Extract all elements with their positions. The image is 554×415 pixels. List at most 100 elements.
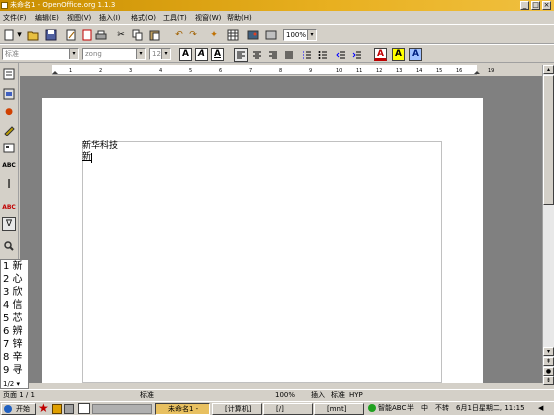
formatting-marks-icon[interactable]: ∇ — [2, 217, 16, 231]
align-left-icon[interactable] — [234, 48, 248, 62]
ime-candidate[interactable]: 5 芯 — [3, 313, 23, 325]
insert-icon[interactable] — [2, 67, 16, 81]
scroll-down-button[interactable]: ▾ — [543, 347, 554, 356]
export-pdf-icon[interactable] — [80, 28, 94, 42]
status-hyperlink-mode[interactable]: HYP — [349, 390, 363, 401]
gallery-icon[interactable] — [264, 28, 278, 42]
ime-name[interactable]: 智能ABC — [378, 402, 406, 415]
quicklaunch-icon[interactable] — [64, 404, 74, 414]
font-size-combo[interactable]: 12 ▾ — [149, 48, 171, 60]
spellcheck-icon[interactable]: ABC — [2, 159, 16, 173]
increase-indent-icon[interactable] — [350, 48, 364, 62]
ime-candidate[interactable]: 7 锌 — [3, 339, 23, 351]
align-center-icon[interactable] — [250, 48, 264, 62]
star-icon[interactable]: ★ — [38, 402, 49, 415]
task-button[interactable]: [计算机] — [212, 403, 262, 415]
zoom-value: 100% — [286, 31, 307, 39]
next-page-button[interactable]: ⇟ — [543, 376, 554, 385]
text-cursor — [91, 152, 93, 163]
new-document-icon[interactable] — [2, 28, 16, 42]
ime-candidate[interactable]: 1 新 — [3, 261, 23, 273]
task-button[interactable]: [/] — [263, 403, 313, 415]
copy-icon[interactable] — [131, 28, 145, 42]
navigator-icon[interactable]: ✦ — [207, 28, 221, 42]
ime-chinese-mode[interactable]: 中 — [421, 402, 428, 415]
find-icon[interactable] — [2, 239, 16, 253]
undo-icon[interactable]: ↶ — [172, 28, 186, 42]
status-selection-mode[interactable]: 标准 — [331, 390, 345, 401]
edit-file-icon[interactable] — [64, 28, 78, 42]
table-icon[interactable] — [226, 28, 240, 42]
ime-lock[interactable]: 不转 — [435, 402, 449, 415]
font-name-combo[interactable]: zong ▾ — [82, 48, 146, 60]
zoom-combo[interactable]: 100% ▾ — [283, 29, 317, 41]
terminal-icon[interactable] — [78, 403, 90, 414]
chevron-down-icon[interactable]: ▾ — [17, 380, 21, 388]
svg-text:19: 19 — [488, 68, 494, 74]
ime-candidate[interactable]: 3 欣 — [3, 287, 23, 299]
redo-icon[interactable]: ↷ — [186, 28, 200, 42]
underline-icon[interactable]: A — [211, 48, 224, 61]
new-dropdown-icon[interactable]: ▾ — [17, 28, 22, 42]
autospellcheck-icon[interactable]: ABC — [2, 201, 16, 215]
scroll-thumb[interactable] — [543, 75, 554, 205]
image-icon[interactable] — [246, 28, 260, 42]
align-right-icon[interactable] — [266, 48, 280, 62]
menu-tools[interactable]: 工具(T) — [163, 13, 187, 23]
volume-icon[interactable]: ◀ — [538, 402, 543, 415]
maximize-button[interactable]: □ — [531, 1, 540, 10]
open-folder-icon[interactable] — [26, 28, 40, 42]
numbering-icon[interactable] — [300, 48, 314, 62]
minimize-button[interactable]: _ — [520, 1, 529, 10]
highlighting-icon[interactable]: A — [392, 48, 405, 61]
cut-icon[interactable]: ✂ — [114, 28, 128, 42]
desktop-pager[interactable] — [92, 404, 152, 414]
menu-insert[interactable]: 插入(I) — [99, 13, 121, 23]
font-color-icon[interactable]: A — [374, 48, 387, 61]
task-button[interactable]: [mnt] — [314, 403, 364, 415]
close-button[interactable]: × — [542, 1, 551, 10]
scroll-up-button[interactable]: ▴ — [543, 65, 554, 74]
document-text[interactable]: 新华科技 新 — [82, 141, 118, 163]
paste-icon[interactable] — [148, 28, 162, 42]
svg-text:6: 6 — [219, 68, 222, 74]
form-functions-icon[interactable] — [2, 141, 16, 155]
status-zoom[interactable]: 100% — [275, 390, 295, 401]
decrease-indent-icon[interactable] — [334, 48, 348, 62]
app-icon[interactable] — [1, 2, 8, 9]
insert-object-icon[interactable]: ● — [2, 105, 16, 119]
text-cursor-icon[interactable]: I — [2, 177, 16, 191]
bold-icon[interactable]: A — [179, 48, 192, 61]
menu-file[interactable]: 文件(F) — [3, 13, 27, 23]
quicklaunch-icon[interactable] — [52, 404, 62, 414]
menu-help[interactable]: 帮助(H) — [227, 13, 252, 23]
show-draw-functions-icon[interactable] — [2, 123, 16, 137]
navigation-button[interactable]: ● — [543, 367, 554, 376]
menu-format[interactable]: 格式(O) — [131, 13, 156, 23]
paragraph-style-combo[interactable]: 标准 ▾ — [2, 48, 79, 60]
ime-candidate[interactable]: 8 辛 — [3, 352, 23, 364]
ime-halfwidth[interactable]: 半 — [407, 402, 414, 415]
bullets-icon[interactable] — [316, 48, 330, 62]
start-button[interactable]: 开始 — [1, 403, 36, 415]
justify-icon[interactable] — [282, 48, 296, 62]
ime-candidate[interactable]: 4 信 — [3, 300, 23, 312]
vertical-scrollbar[interactable]: ▴ ▾ ⇞ ● ⇟ — [542, 65, 554, 385]
print-icon[interactable] — [94, 28, 108, 42]
svg-text:11: 11 — [356, 68, 362, 74]
horizontal-ruler[interactable]: 1234 5678 9 10 11 12 13 14 15 16 19 — [22, 65, 542, 75]
status-insert-mode[interactable]: 插入 — [311, 390, 325, 401]
task-button-active[interactable]: 未命名1 - — [155, 403, 210, 415]
ime-candidate[interactable]: 9 寻 — [3, 365, 23, 377]
menu-view[interactable]: 视图(V) — [67, 13, 91, 23]
background-color-icon[interactable]: A — [409, 48, 422, 61]
menu-window[interactable]: 视窗(W) — [195, 13, 221, 23]
ime-candidate[interactable]: 2 心 — [3, 274, 23, 286]
save-icon[interactable] — [44, 28, 58, 42]
menu-edit[interactable]: 编辑(E) — [35, 13, 59, 23]
previous-page-button[interactable]: ⇞ — [543, 357, 554, 366]
italic-icon[interactable]: A — [195, 48, 208, 61]
ime-candidate[interactable]: 6 辨 — [3, 326, 23, 338]
insert-fields-icon[interactable] — [2, 87, 16, 101]
ime-status-icon[interactable] — [368, 404, 376, 412]
